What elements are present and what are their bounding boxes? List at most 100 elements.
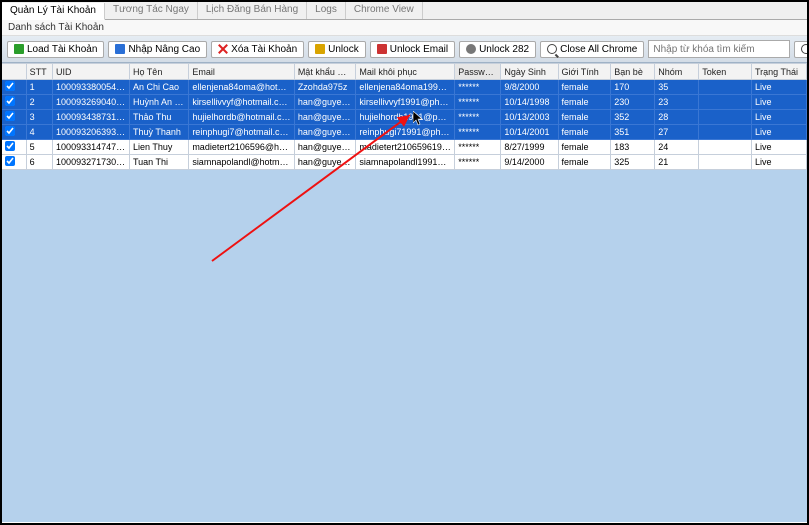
col-header[interactable]: Email (189, 64, 295, 80)
row-checkbox[interactable] (5, 156, 15, 166)
cell: 4 (26, 125, 52, 140)
row-checkbox[interactable] (5, 96, 15, 106)
col-header[interactable]: Mail khôi phục (356, 64, 455, 80)
download-icon (14, 44, 24, 54)
cell (699, 110, 752, 125)
col-header[interactable]: Giới Tính (558, 64, 611, 80)
cell: female (558, 110, 611, 125)
cell: female (558, 80, 611, 95)
cell: 28 (655, 110, 699, 125)
cell: ****** (455, 140, 501, 155)
cell: han@guyen@... (294, 125, 356, 140)
unlock-icon (315, 44, 325, 54)
cell: kirsellivvyf1991@phannemb... (356, 95, 455, 110)
unlock-email-button[interactable]: Unlock Email (370, 41, 455, 58)
cell: 100093438731631 (53, 110, 130, 125)
cell: ****** (455, 80, 501, 95)
col-header[interactable]: Trạng Thái (751, 64, 806, 80)
cell: reinphugi7@hotmail.com (189, 125, 295, 140)
cell: 3 (26, 110, 52, 125)
header-row: STTUIDHọ TênEmailMật khẩu mailMail khôi … (2, 64, 807, 80)
tab-1[interactable]: Tương Tác Ngay (105, 2, 198, 19)
unlock-button[interactable]: Unlock (308, 41, 366, 58)
cell (699, 155, 752, 170)
col-header[interactable] (2, 64, 26, 80)
cell: female (558, 95, 611, 110)
cell: madietert2106596@hotmail... (189, 140, 295, 155)
cell: 10/13/2003 (501, 110, 558, 125)
cell: Thảo Thu (129, 110, 188, 125)
cell (699, 125, 752, 140)
accounts-table: STTUIDHọ TênEmailMật khẩu mailMail khôi … (2, 63, 807, 170)
delete-icon (218, 44, 228, 54)
col-header[interactable]: STT (26, 64, 52, 80)
cell: 5 (26, 140, 52, 155)
search-input[interactable] (648, 40, 790, 58)
cell: Live (751, 155, 806, 170)
table-row[interactable]: 1100093380054533An Chi Caoellenjena84oma… (2, 80, 807, 95)
tab-bar: Quản Lý Tài KhoảnTương Tác NgayLịch Đăng… (2, 2, 807, 20)
row-checkbox[interactable] (5, 111, 15, 121)
mail-icon (377, 44, 387, 54)
col-header[interactable]: Nhóm (655, 64, 699, 80)
close-all-chrome-button[interactable]: Close All Chrome (540, 41, 644, 58)
tab-3[interactable]: Logs (307, 2, 346, 19)
cell: 170 (611, 80, 655, 95)
grid-wrap[interactable]: STTUIDHọ TênEmailMật khẩu mailMail khôi … (2, 63, 807, 522)
cell: hujielhordb@hotmail.com (189, 110, 295, 125)
search-icon (801, 44, 809, 54)
tab-2[interactable]: Lịch Đăng Bán Hàng (198, 2, 307, 19)
col-header[interactable]: Họ Tên (129, 64, 188, 80)
col-header[interactable]: Ngày Sinh (501, 64, 558, 80)
cell: ****** (455, 125, 501, 140)
cell: 183 (611, 140, 655, 155)
cell: female (558, 155, 611, 170)
tab-0[interactable]: Quản Lý Tài Khoản (2, 3, 105, 20)
row-checkbox[interactable] (5, 141, 15, 151)
cell: Zzohda975z (294, 80, 356, 95)
cell: ellenjena84oma1991@phan... (356, 80, 455, 95)
cell: 1 (26, 80, 52, 95)
cell: 27 (655, 125, 699, 140)
unlock-282-button[interactable]: Unlock 282 (459, 41, 536, 58)
cell: 24 (655, 140, 699, 155)
tab-4[interactable]: Chrome View (346, 2, 423, 19)
cell: Huỳnh An Ngọc (129, 95, 188, 110)
cell: 100093314747660 (53, 140, 130, 155)
col-header[interactable]: UID (53, 64, 130, 80)
load-button[interactable]: Load Tài Khoản (7, 41, 104, 58)
cell: Lien Thuy (129, 140, 188, 155)
cell: 9/14/2000 (501, 155, 558, 170)
cell: han@guyen@... (294, 155, 356, 170)
cell: Live (751, 110, 806, 125)
col-header[interactable]: Password (455, 64, 501, 80)
row-checkbox[interactable] (5, 81, 15, 91)
col-header[interactable]: Mật khẩu mail (294, 64, 356, 80)
cell: ****** (455, 95, 501, 110)
table-row[interactable]: 5100093314747660Lien Thuymadietert210659… (2, 140, 807, 155)
row-checkbox[interactable] (5, 126, 15, 136)
cell: 352 (611, 110, 655, 125)
cell: 230 (611, 95, 655, 110)
cell (2, 125, 26, 140)
cell: 2 (26, 95, 52, 110)
cell: ****** (455, 110, 501, 125)
col-header[interactable]: Token (699, 64, 752, 80)
search-button[interactable]: Seach (794, 41, 809, 58)
table-row[interactable]: 2100093269040508Huỳnh An Ngọckirsellivvy… (2, 95, 807, 110)
cell: 23 (655, 95, 699, 110)
table-row[interactable]: 4100093206393668Thuỳ Thanhreinphugi7@hot… (2, 125, 807, 140)
col-header[interactable]: Bạn bè (611, 64, 655, 80)
cell: ellenjena84oma@hotmail.com (189, 80, 295, 95)
cell: Thuỳ Thanh (129, 125, 188, 140)
import-button[interactable]: Nhập Nâng Cao (108, 41, 207, 58)
table-row[interactable]: 3100093438731631Thảo Thuhujielhordb@hotm… (2, 110, 807, 125)
cell: female (558, 125, 611, 140)
cell: 351 (611, 125, 655, 140)
cell: siamnapolandl@hotmail.com (189, 155, 295, 170)
table-row[interactable]: 6100093271730636Tuan Thisiamnapolandl@ho… (2, 155, 807, 170)
cell (699, 95, 752, 110)
delete-button[interactable]: Xóa Tài Khoản (211, 41, 304, 58)
subhead: Danh sách Tài Khoản (2, 20, 807, 36)
cell: madietert21065961991@... (356, 140, 455, 155)
